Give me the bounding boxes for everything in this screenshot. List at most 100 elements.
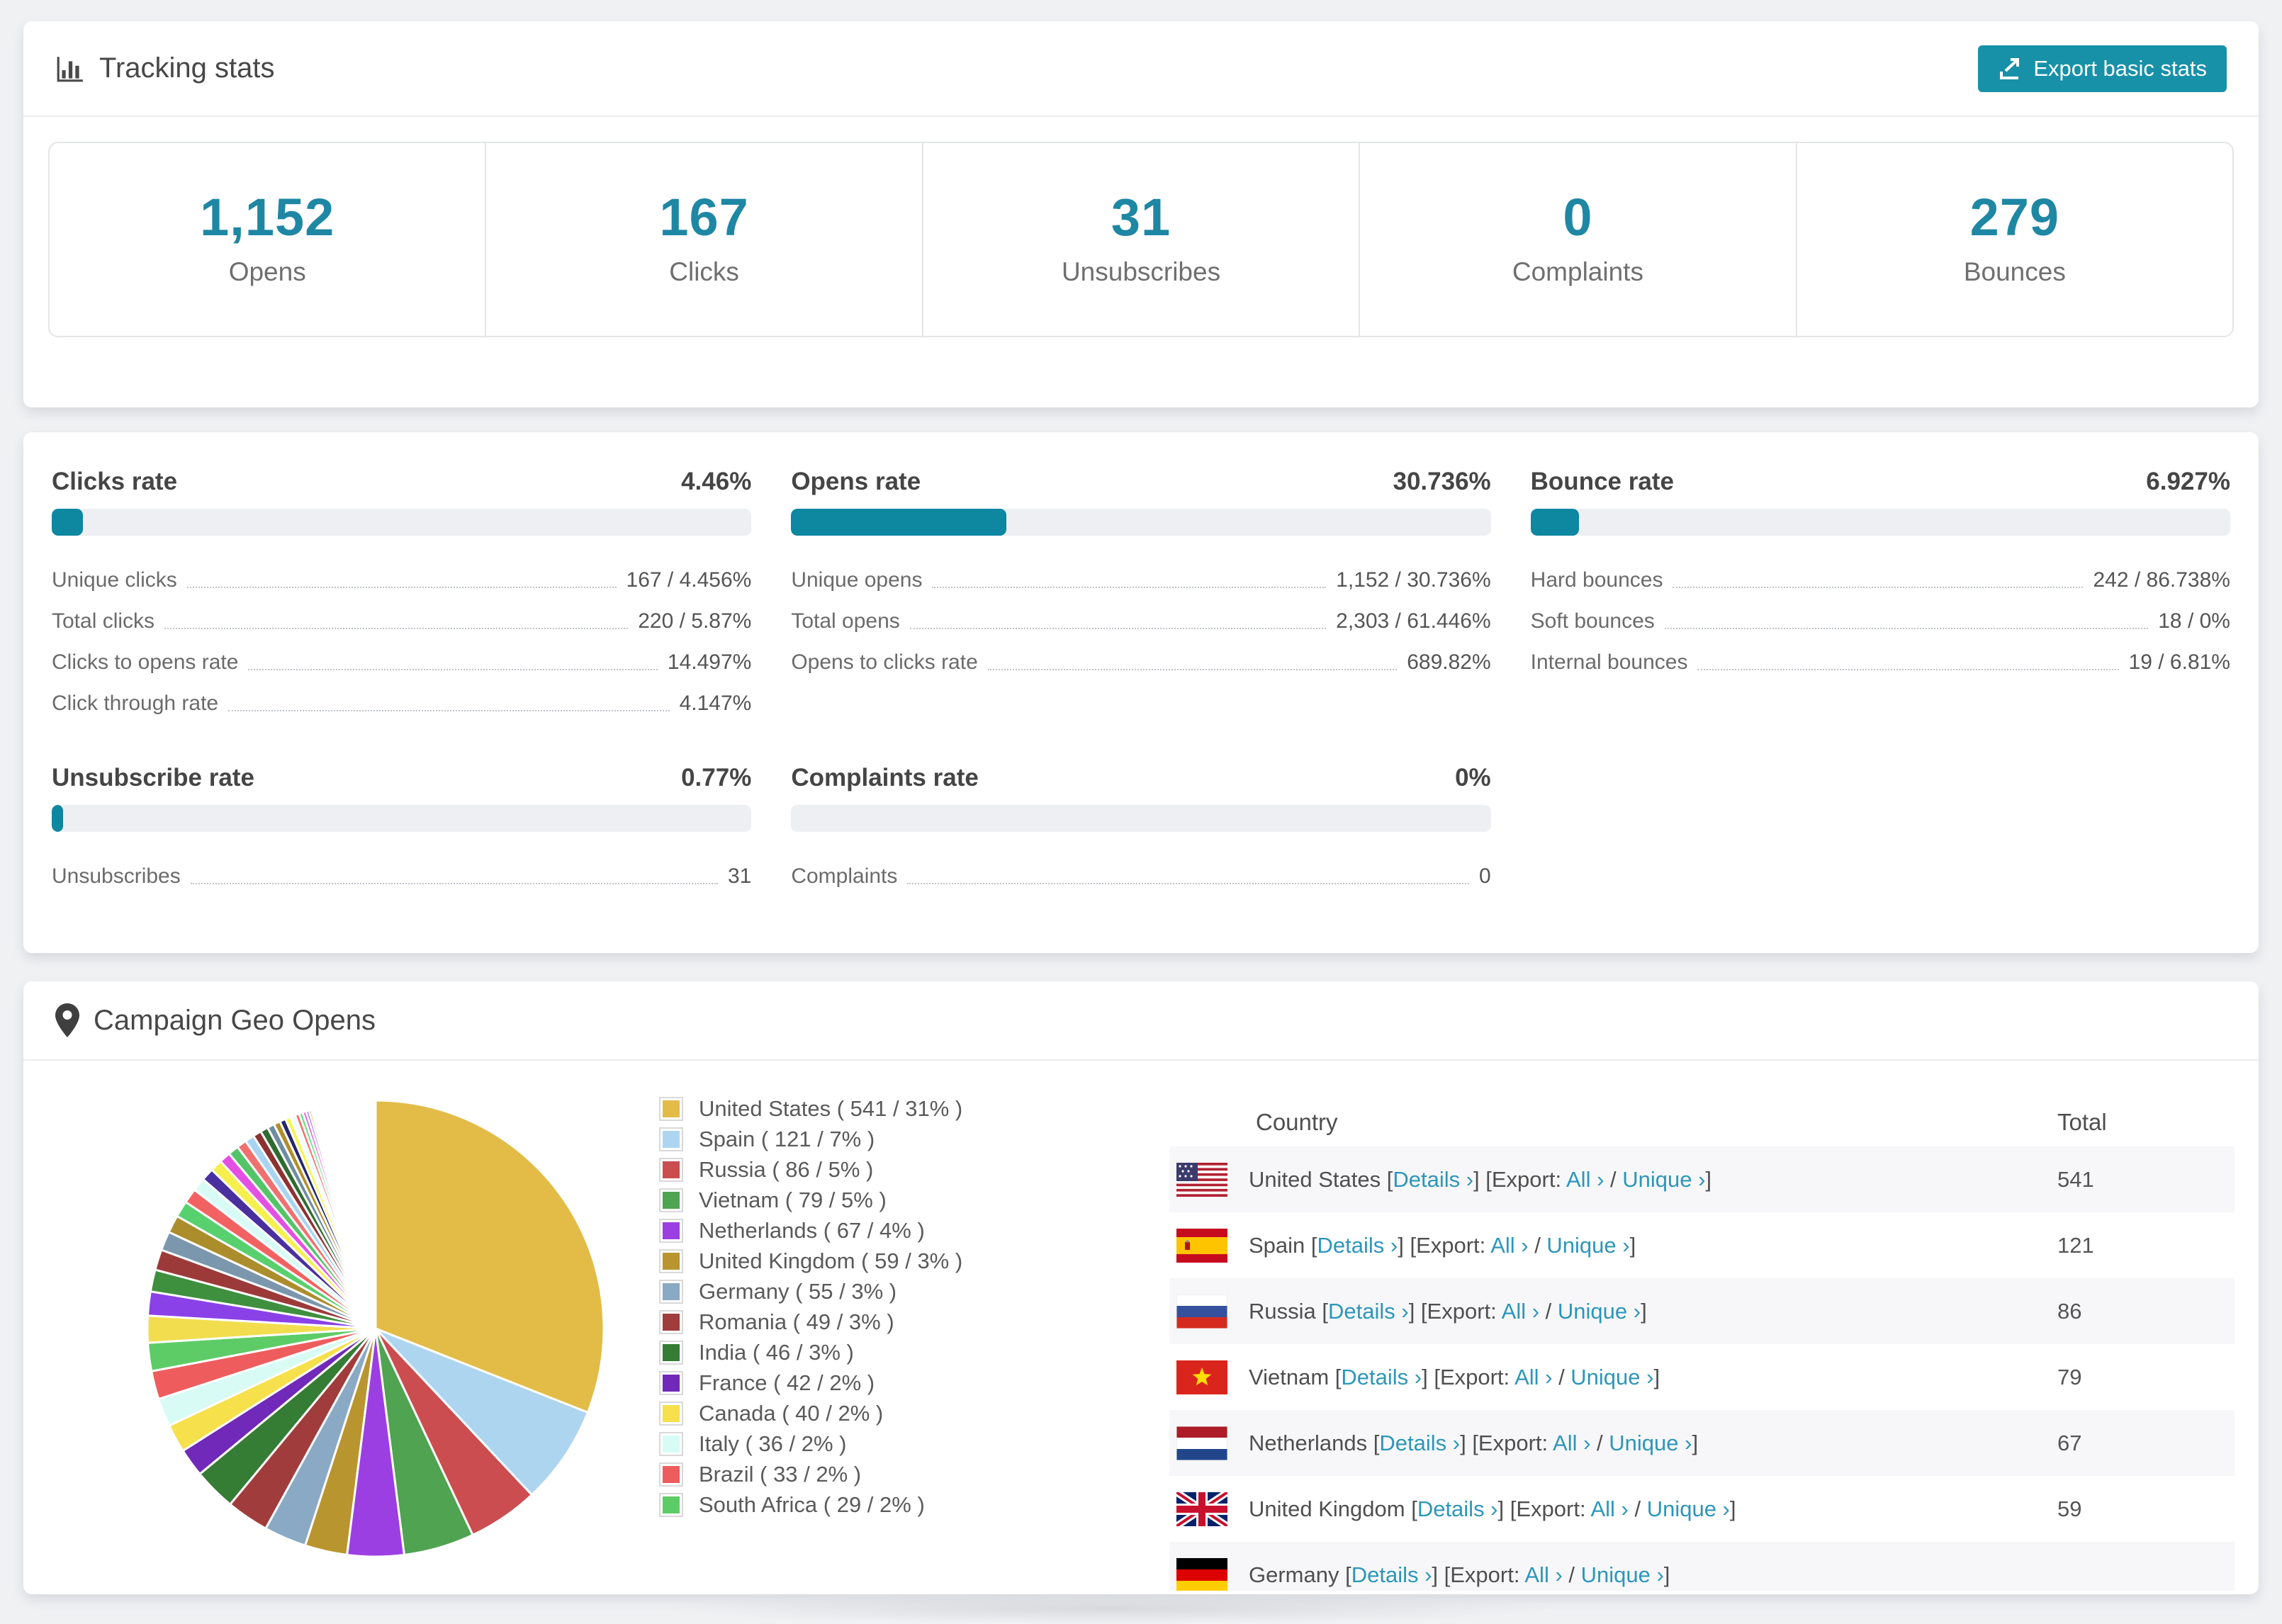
summary-stats-row: 1,152 Opens 167 Clicks 31 Unsubscribes 0… [48, 142, 2234, 337]
export-unique-link[interactable]: Unique › [1558, 1299, 1641, 1324]
export-prefix-text: ] [Export: [1432, 1562, 1525, 1587]
rate-title: Clicks rate [52, 468, 178, 495]
rate-detail-row: Unique clicks 167 / 4.456% [52, 554, 751, 595]
legend-item: South Africa ( 29 / 2% ) [659, 1489, 962, 1520]
export-unique-link[interactable]: Unique › [1647, 1496, 1730, 1521]
rate-progress-track [52, 509, 752, 536]
rate-detail-row: Clicks to opens rate 14.497% [52, 636, 751, 677]
bracket-close-text: ] [1705, 1166, 1712, 1192]
table-row: Spain [Details ›] [Export: All › / Uniqu… [1169, 1212, 2235, 1278]
export-unique-link[interactable]: Unique › [1546, 1233, 1629, 1258]
rate-progress-fill [791, 509, 1006, 536]
rate-progress-fill [1530, 509, 1580, 536]
location-pin-icon [55, 1003, 79, 1037]
slash-text: / [1528, 1232, 1547, 1258]
legend-label: Romania ( 49 / 3% ) [699, 1309, 894, 1334]
summary-stat: 0 Complaints [1359, 143, 1795, 336]
geo-total-cell: 59 [2057, 1496, 2082, 1521]
legend-color-swatch [659, 1127, 683, 1151]
country-name: Germany [1249, 1562, 1339, 1587]
stat-value: 1,152 [200, 188, 335, 247]
flag-vn-icon [1176, 1360, 1227, 1394]
country-name: United States [1249, 1166, 1381, 1192]
dotted-leader [907, 883, 1469, 884]
legend-label: India ( 46 / 3% ) [699, 1339, 854, 1365]
bracket-text: [ [1339, 1562, 1351, 1587]
bracket-text: [ [1405, 1496, 1417, 1521]
export-all-link[interactable]: All › [1502, 1299, 1539, 1324]
export-unique-link[interactable]: Unique › [1609, 1431, 1692, 1455]
export-all-link[interactable]: All › [1590, 1496, 1628, 1521]
flag-nl-icon [1176, 1426, 1227, 1460]
rate-progress-track [791, 805, 1491, 832]
legend-item: Spain ( 121 / 7% ) [659, 1124, 962, 1154]
export-unique-link[interactable]: Unique › [1622, 1167, 1705, 1192]
export-unique-link[interactable]: Unique › [1570, 1365, 1653, 1389]
details-link[interactable]: Details › [1317, 1233, 1398, 1258]
legend-color-swatch [659, 1309, 683, 1334]
column-header-total: Total [2057, 1109, 2107, 1135]
stat-value: 167 [659, 188, 749, 247]
country-name: Spain [1249, 1232, 1305, 1258]
details-link[interactable]: Details › [1417, 1496, 1498, 1521]
rate-detail-value: 1,152 / 30.736% [1336, 568, 1491, 592]
export-all-link[interactable]: All › [1514, 1365, 1552, 1389]
dotted-leader [164, 628, 629, 629]
geo-table: Country Total United States [Details ›] … [1169, 1098, 2235, 1591]
export-all-link[interactable]: All › [1524, 1562, 1562, 1587]
details-link[interactable]: Details › [1379, 1431, 1460, 1455]
slash-text: / [1604, 1166, 1623, 1192]
geo-total-cell: 121 [2057, 1232, 2094, 1258]
country-name: Russia [1249, 1298, 1316, 1324]
export-unique-link[interactable]: Unique › [1581, 1562, 1664, 1587]
geo-opens-card: Campaign Geo Opens United States ( 541 /… [23, 981, 2259, 1594]
flag-gb-icon [1176, 1492, 1227, 1526]
rate-detail-value: 31 [727, 864, 752, 888]
export-all-link[interactable]: All › [1553, 1431, 1590, 1455]
rate-detail-value: 167 / 4.456% [626, 568, 752, 592]
rate-detail-row: Total clicks 220 / 5.87% [52, 595, 751, 636]
rate-detail-label: Internal bounces [1530, 650, 1688, 674]
geo-country-cell: Spain [Details ›] [Export: All › / Uniqu… [1249, 1233, 2057, 1258]
summary-stat: 167 Clicks [485, 143, 921, 336]
legend-color-swatch [659, 1462, 683, 1487]
rate-detail-label: Unsubscribes [52, 864, 181, 888]
bracket-text: [ [1329, 1364, 1342, 1389]
details-link[interactable]: Details › [1328, 1299, 1409, 1324]
dotted-leader [1697, 669, 2119, 670]
slash-text: / [1628, 1496, 1647, 1521]
rate-detail-value: 689.82% [1407, 650, 1491, 674]
geo-country-cell: Germany [Details ›] [Export: All › / Uni… [1249, 1562, 2057, 1588]
summary-stat: 279 Bounces [1795, 143, 2232, 336]
rate-detail-rows: Hard bounces 242 / 86.738% Soft bounces … [1531, 554, 2230, 677]
export-all-link[interactable]: All › [1566, 1167, 1604, 1192]
dotted-leader [932, 587, 1327, 588]
export-basic-stats-button[interactable]: Export basic stats [1978, 45, 2227, 92]
rate-detail-label: Total clicks [52, 609, 155, 633]
legend-label: Vietnam ( 79 / 5% ) [699, 1187, 887, 1212]
rate-detail-label: Unique clicks [52, 568, 177, 592]
rate-title: Unsubscribe rate [52, 764, 254, 791]
geo-country-cell: Russia [Details ›] [Export: All › / Uniq… [1249, 1299, 2057, 1324]
legend-color-swatch [659, 1340, 683, 1365]
bracket-close-text: ] [1653, 1364, 1660, 1389]
geo-country-cell: Vietnam [Details ›] [Export: All › / Uni… [1249, 1365, 2057, 1390]
export-all-link[interactable]: All › [1490, 1233, 1528, 1258]
details-link[interactable]: Details › [1393, 1167, 1473, 1192]
bracket-text: [ [1381, 1166, 1393, 1192]
details-link[interactable]: Details › [1351, 1562, 1432, 1587]
bracket-close-text: ] [1692, 1430, 1699, 1455]
legend-item: France ( 42 / 2% ) [659, 1368, 962, 1398]
legend-color-swatch [659, 1248, 683, 1273]
rate-value: 0% [1455, 764, 1491, 791]
country-name: Vietnam [1249, 1364, 1330, 1389]
details-link[interactable]: Details › [1341, 1365, 1422, 1389]
legend-color-swatch [659, 1157, 683, 1182]
legend-item: Vietnam ( 79 / 5% ) [659, 1185, 962, 1215]
rate-detail-row: Unsubscribes 31 [52, 850, 751, 891]
rate-detail-label: Complaints [791, 864, 898, 888]
geo-opens-header: Campaign Geo Opens [23, 981, 2259, 1061]
geo-pie-legend: United States ( 541 / 31% ) Spain ( 121 … [659, 1093, 962, 1520]
table-row: Russia [Details ›] [Export: All › / Uniq… [1169, 1278, 2235, 1344]
rate-detail-value: 19 / 6.81% [2128, 650, 2230, 674]
